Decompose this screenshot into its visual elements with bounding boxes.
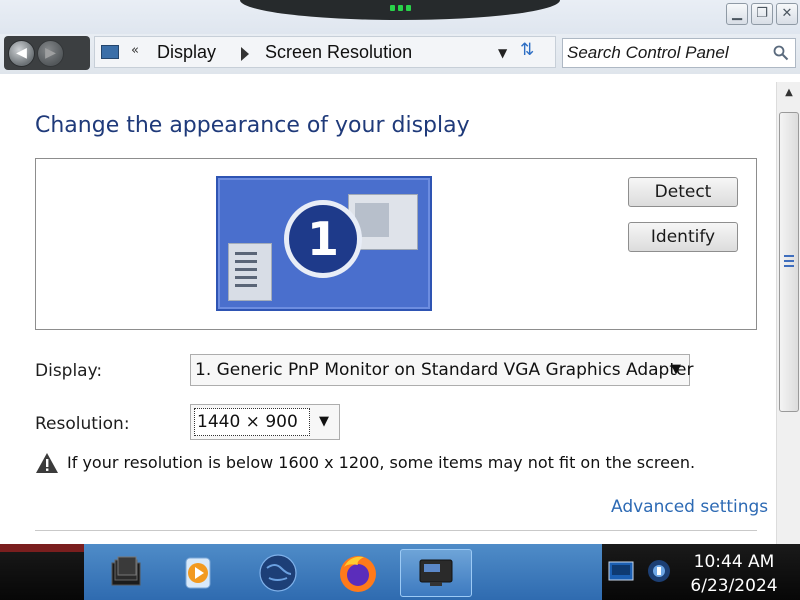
minimize-button[interactable]: ▁: [726, 3, 748, 25]
monitor-number-badge: 1: [284, 200, 362, 278]
window-title-bar: ▁ ❐ ✕: [0, 0, 800, 34]
file-explorer-icon[interactable]: [98, 549, 154, 597]
forward-button[interactable]: ▶: [37, 39, 64, 67]
warning-text: If your resolution is below 1600 x 1200,…: [67, 453, 696, 472]
identify-button[interactable]: Identify: [628, 222, 738, 252]
firefox-icon[interactable]: [330, 549, 386, 597]
breadcrumb-screen-resolution[interactable]: Screen Resolution: [265, 42, 412, 63]
media-player-icon[interactable]: [170, 549, 226, 597]
monitor-tray-icon[interactable]: [608, 560, 634, 582]
page-title: Change the appearance of your display: [35, 113, 470, 138]
main-content: Change the appearance of your display 1 …: [0, 80, 776, 544]
display-settings-icon[interactable]: [400, 549, 472, 597]
breadcrumb-separator-icon[interactable]: [241, 47, 249, 61]
detect-button[interactable]: Detect: [628, 177, 738, 207]
monitor-thumbnail-sidebar: [228, 243, 272, 301]
scrollbar-thumb[interactable]: [779, 112, 799, 412]
restore-button[interactable]: ❐: [751, 3, 773, 25]
globe-browser-icon[interactable]: [250, 549, 306, 597]
resolution-label: Resolution:: [35, 414, 130, 434]
search-icon[interactable]: [773, 45, 789, 61]
taskbar-clock[interactable]: 10:44 AM 6/23/2024: [686, 550, 782, 598]
title-bar-notch: [240, 0, 560, 20]
refresh-icon[interactable]: ⇅: [520, 40, 534, 60]
monitor-thumbnail[interactable]: 1: [216, 176, 432, 311]
control-panel-icon: [101, 45, 119, 59]
resolution-select-value: 1440 × 900: [194, 408, 310, 436]
breadcrumb-display[interactable]: Display: [157, 42, 216, 63]
back-button[interactable]: ◀: [8, 39, 35, 67]
clock-date: 6/23/2024: [690, 576, 778, 596]
display-select-value: 1. Generic PnP Monitor on Standard VGA G…: [195, 360, 694, 380]
taskbar-start-strip: [0, 544, 84, 552]
display-select[interactable]: 1. Generic PnP Monitor on Standard VGA G…: [190, 354, 694, 386]
search-box[interactable]: [562, 38, 796, 68]
recent-pages-dropdown-icon[interactable]: ▼: [498, 46, 507, 60]
search-input[interactable]: [567, 42, 761, 64]
breadcrumb-overflow-chevron[interactable]: «: [131, 43, 139, 58]
network-tray-icon[interactable]: [646, 558, 672, 584]
caption-buttons: ▁ ❐ ✕: [726, 3, 798, 25]
display-label: Display:: [35, 361, 103, 381]
scroll-grip-icon: [784, 255, 794, 267]
breadcrumb[interactable]: « Display Screen Resolution: [94, 36, 556, 68]
taskbar: 10:44 AM 6/23/2024: [0, 544, 800, 600]
resolution-select[interactable]: 1440 × 900 ▼: [190, 404, 340, 440]
warning-icon: [36, 453, 58, 473]
clock-time: 10:44 AM: [693, 552, 775, 572]
dropdown-arrow-icon: ▼: [319, 414, 329, 429]
navigation-buttons: ◀ ▶: [4, 36, 90, 70]
dropdown-arrow-icon: ▼: [671, 362, 681, 377]
vertical-scrollbar[interactable]: ▲: [776, 82, 800, 544]
close-button[interactable]: ✕: [776, 3, 798, 25]
divider: [35, 530, 757, 531]
advanced-settings-link[interactable]: Advanced settings: [611, 497, 768, 517]
scroll-up-icon[interactable]: ▲: [780, 84, 798, 102]
taskbar-app-area: [84, 544, 602, 600]
display-preview-panel: 1 Detect Identify: [35, 158, 757, 330]
